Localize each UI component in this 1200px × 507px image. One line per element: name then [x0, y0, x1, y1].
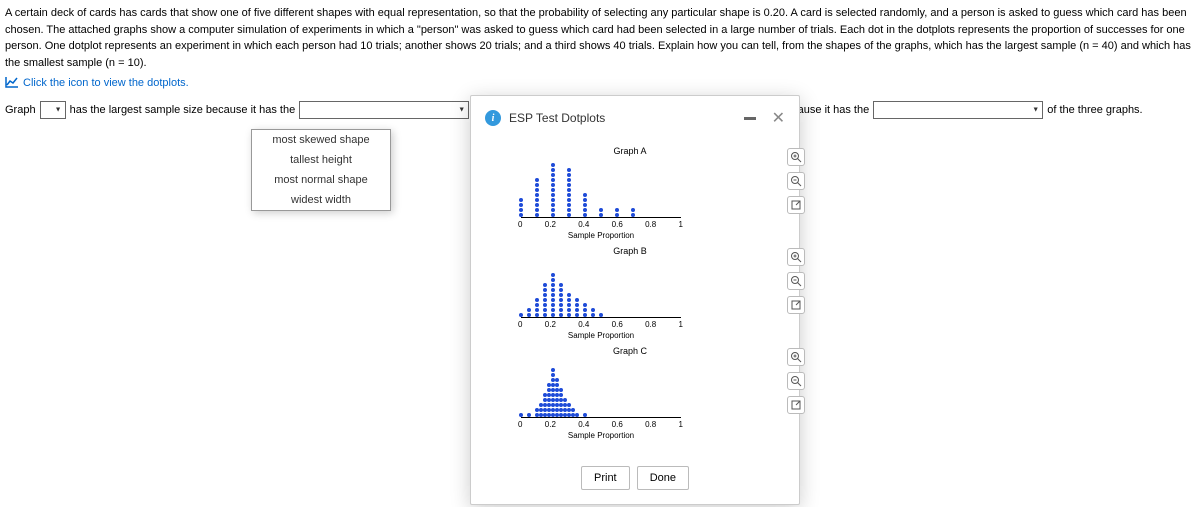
graph-b-plot — [521, 260, 681, 318]
answer-text-1: Graph — [5, 104, 36, 116]
answer-text-2: has the largest sample size because it h… — [70, 104, 296, 116]
reason-select-2[interactable] — [873, 101, 1043, 119]
expand-icon[interactable] — [787, 196, 805, 214]
tick: 0.2 — [545, 320, 556, 329]
zoom-out-icon[interactable] — [787, 372, 805, 390]
link-text: Click the icon to view the dotplots. — [23, 77, 189, 89]
minimize-button[interactable] — [744, 117, 756, 120]
zoom-out-icon[interactable] — [787, 272, 805, 290]
tick: 0.8 — [645, 420, 656, 429]
tick: 0.2 — [545, 220, 556, 229]
tick: 0.6 — [612, 320, 623, 329]
graph-a-xlabel: Sample Proportion — [521, 231, 681, 240]
zoom-out-icon[interactable] — [787, 172, 805, 190]
graph-a-title: Graph A — [491, 146, 769, 156]
tick: 1 — [679, 420, 683, 429]
graph-b-controls — [787, 248, 805, 314]
expand-icon[interactable] — [787, 296, 805, 314]
dropdown-option[interactable]: most skewed shape — [252, 130, 390, 150]
graph-select-1[interactable] — [40, 101, 66, 119]
modal-title: ESP Test Dotplots — [509, 111, 736, 125]
answer-text-5: of the three graphs. — [1047, 104, 1142, 116]
dropdown-option[interactable]: tallest height — [252, 150, 390, 170]
graph-c-controls — [787, 348, 805, 414]
graph-a-ticks: 0 0.2 0.4 0.6 0.8 1 — [518, 220, 683, 229]
expand-icon[interactable] — [787, 396, 805, 414]
graph-a-section: Graph A 00.20.40.60.81 Sample Proportion — [521, 146, 769, 240]
chart-icon — [5, 75, 19, 91]
dotplot-link[interactable]: Click the icon to view the dotplots. — [5, 75, 1195, 91]
tick: 1 — [679, 320, 683, 329]
graph-b-section: Graph B 00.20.40.60.81 Sample Proportion — [521, 246, 769, 340]
tick: 0 — [518, 420, 522, 429]
dropdown-option[interactable]: widest width — [252, 190, 390, 210]
graph-b-ticks: 0 0.2 0.4 0.6 0.8 1 — [518, 320, 683, 329]
reason-select-1[interactable] — [299, 101, 469, 119]
graph-c-plot — [521, 360, 681, 418]
tick: 0.6 — [612, 220, 623, 229]
close-button[interactable]: ✕ — [772, 108, 785, 128]
graph-c-xlabel: Sample Proportion — [521, 431, 681, 440]
tick: 0.4 — [578, 420, 589, 429]
tick: 0 — [518, 320, 522, 329]
done-button[interactable]: Done — [637, 466, 689, 490]
zoom-in-icon[interactable] — [787, 248, 805, 266]
dropdown-option[interactable]: most normal shape — [252, 170, 390, 190]
tick: 0.2 — [545, 420, 556, 429]
modal-header: i ESP Test Dotplots ✕ — [471, 96, 799, 140]
tick: 0.4 — [578, 220, 589, 229]
graph-b-title: Graph B — [491, 246, 769, 256]
graph-b-xlabel: Sample Proportion — [521, 331, 681, 340]
graph-a-plot — [521, 160, 681, 218]
tick: 0 — [518, 220, 522, 229]
dropdown-menu: most skewed shape tallest height most no… — [251, 129, 391, 211]
graph-a-controls — [787, 148, 805, 214]
tick: 0.6 — [612, 420, 623, 429]
print-button[interactable]: Print — [581, 466, 630, 490]
dotplot-modal: i ESP Test Dotplots ✕ Graph A 0 0.2 0.4 0.6… — [470, 95, 800, 505]
question-text: A certain deck of cards has cards that s… — [5, 5, 1195, 71]
graph-c-title: Graph C — [491, 346, 769, 356]
modal-footer: Print Done — [471, 458, 799, 504]
zoom-in-icon[interactable] — [787, 148, 805, 166]
tick: 0.4 — [578, 320, 589, 329]
tick: 0.8 — [645, 220, 656, 229]
tick: 1 — [679, 220, 683, 229]
graph-c-section: Graph C 00.20.40.60.81 Sample Proportion — [521, 346, 769, 440]
graph-c-ticks: 0 0.2 0.4 0.6 0.8 1 — [518, 420, 683, 429]
info-icon: i — [485, 110, 501, 126]
tick: 0.8 — [645, 320, 656, 329]
zoom-in-icon[interactable] — [787, 348, 805, 366]
modal-body: Graph A 0 0.2 0.4 0.6 0.8 1 Sample Proportion… — [471, 140, 799, 458]
